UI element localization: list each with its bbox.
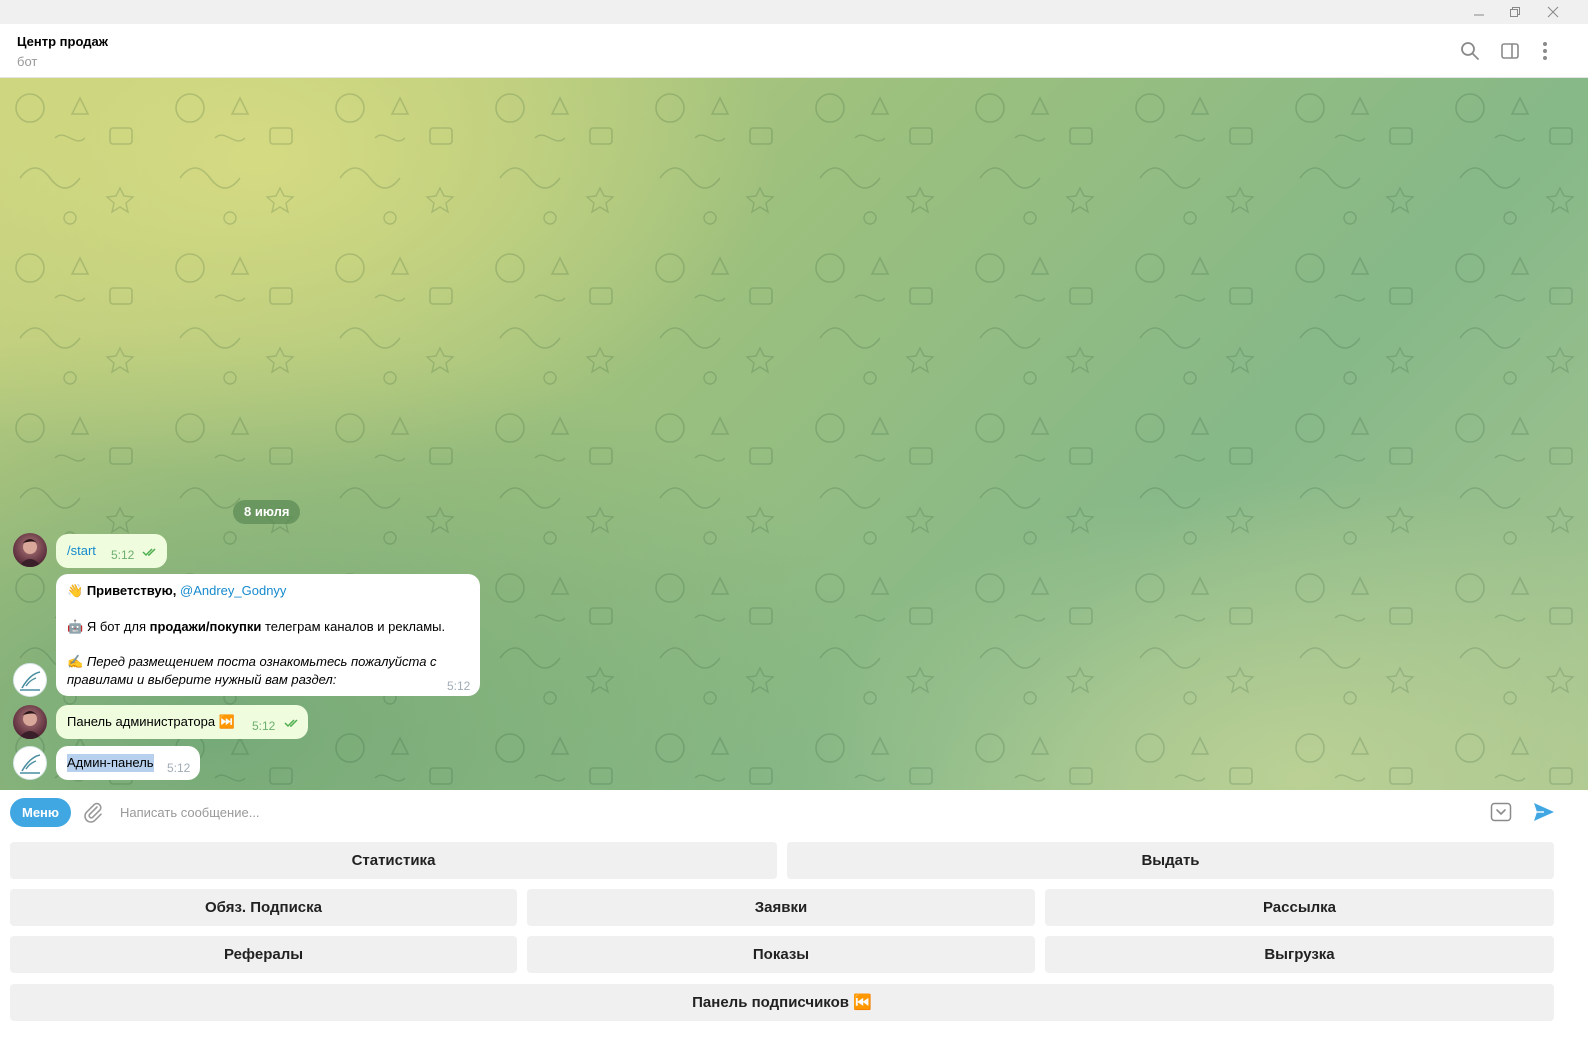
message-text: Панель администратора ⏭️ <box>67 713 235 731</box>
restore-icon <box>1510 7 1520 17</box>
requests-button[interactable]: Заявки <box>527 889 1035 926</box>
avatar[interactable] <box>13 746 47 780</box>
sidebar-toggle-button[interactable] <box>1499 40 1521 62</box>
avatar[interactable] <box>13 705 47 739</box>
send-icon[interactable] <box>1532 800 1556 824</box>
chat-header: Центр продаж бот <box>0 24 1588 78</box>
issue-button[interactable]: Выдать <box>787 842 1554 879</box>
message-bubble[interactable]: 👋 Приветствую, @Andrey_Godnyy 🤖 Я бот дл… <box>56 574 480 696</box>
chat-messages-area[interactable]: 8 июля /start 5:12 👋 Приветствую, @Andre… <box>0 78 1588 790</box>
rules-line-2: правилами и выберите нужный вам раздел: <box>67 672 337 687</box>
wave-emoji: 👋 <box>67 583 84 598</box>
chat-subtitle: бот <box>17 54 38 69</box>
message-bubble[interactable]: Админ-панель 5:12 <box>56 746 200 780</box>
sidebar-toggle-icon <box>1501 43 1519 59</box>
next-track-emoji: ⏭️ <box>218 714 235 729</box>
statistics-button[interactable]: Статистика <box>10 842 777 879</box>
search-icon <box>1461 42 1479 60</box>
search-button[interactable] <box>1459 40 1481 62</box>
window-titlebar <box>0 0 1588 24</box>
message-bubble[interactable]: Панель администратора ⏭️ 5:12 <box>56 705 308 739</box>
message-bubble[interactable]: /start 5:12 <box>56 534 167 568</box>
greeting-line: 👋 Приветствую, @Andrey_Godnyy <box>67 582 286 600</box>
writing-hand-emoji: ✍️ <box>67 654 84 669</box>
export-button[interactable]: Выгрузка <box>1045 936 1554 973</box>
intro-line: 🤖 Я бот для продажи/покупки телеграм кан… <box>67 618 445 636</box>
bot-avatar-image <box>20 754 41 774</box>
rules-line: ✍️ Перед размещением поста ознакомьтесь … <box>67 653 437 671</box>
referrals-button[interactable]: Рефералы <box>10 936 517 973</box>
more-button[interactable] <box>1534 40 1556 62</box>
intro-text-b: телеграм каналов и рекламы. <box>264 619 446 634</box>
user-avatar-image <box>18 539 42 567</box>
subscription-button[interactable]: Обяз. Подписка <box>10 889 517 926</box>
avatar[interactable] <box>13 663 47 697</box>
message-text: Админ-панель <box>67 754 154 772</box>
command-link[interactable]: /start <box>67 542 96 560</box>
message-time: 5:12 <box>447 679 471 693</box>
mention-link[interactable]: @Andrey_Godnyy <box>180 583 286 598</box>
message-time: 5:12 <box>252 719 276 733</box>
attach-icon[interactable] <box>82 801 104 823</box>
bot-avatar-image <box>20 671 41 691</box>
restore-button[interactable] <box>1502 3 1528 21</box>
message-text-content: Панель администратора <box>67 714 216 729</box>
intro-text-a: Я бот для <box>86 619 146 634</box>
close-button[interactable] <box>1540 3 1566 21</box>
greeting-text: Приветствую, <box>86 583 177 598</box>
double-check-icon <box>142 548 156 557</box>
minimize-button[interactable] <box>1466 3 1492 21</box>
double-check-icon <box>284 719 298 728</box>
message-input[interactable] <box>120 801 1470 823</box>
minimize-icon <box>1474 14 1484 16</box>
rules-text-1: Перед размещением поста ознакомьтесь пож… <box>86 654 437 669</box>
more-vertical-icon <box>1543 42 1547 60</box>
intro-text-bold: продажи/покупки <box>149 619 262 634</box>
keyboard-toggle-icon[interactable] <box>1490 801 1512 823</box>
menu-button[interactable]: Меню <box>10 798 71 827</box>
message-time: 5:12 <box>111 548 135 562</box>
impressions-button[interactable]: Показы <box>527 936 1035 973</box>
subscribers-panel-button[interactable]: Панель подписчиков ⏮️ <box>10 984 1554 1021</box>
compose-bar: Меню <box>0 790 1588 834</box>
reply-keyboard: Статистика Выдать Обяз. Подписка Заявки … <box>0 834 1588 1039</box>
close-icon <box>1547 6 1559 18</box>
date-separator: 8 июля <box>233 500 301 524</box>
user-avatar-image <box>18 711 42 739</box>
message-time: 5:12 <box>167 761 191 775</box>
mailing-button[interactable]: Рассылка <box>1045 889 1554 926</box>
avatar[interactable] <box>13 533 47 567</box>
chat-title[interactable]: Центр продаж <box>17 34 108 49</box>
robot-emoji: 🤖 <box>67 619 84 634</box>
